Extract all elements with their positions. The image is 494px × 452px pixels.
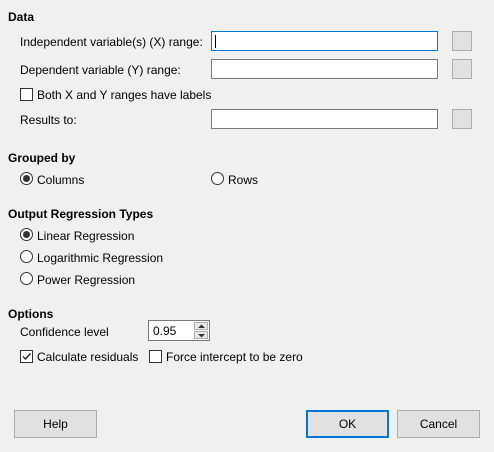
results-to-label: Results to: <box>20 113 77 127</box>
force-intercept-label: Force intercept to be zero <box>166 350 303 364</box>
help-button[interactable]: Help <box>14 410 97 438</box>
spin-up-button[interactable] <box>194 322 208 330</box>
calculate-residuals-label: Calculate residuals <box>37 350 139 364</box>
rows-radio[interactable] <box>211 172 224 185</box>
labels-checkbox[interactable] <box>20 88 33 101</box>
radio-selected-dot <box>23 175 30 182</box>
logarithmic-regression-label: Logarithmic Regression <box>37 251 164 265</box>
results-to-input[interactable] <box>211 109 438 129</box>
confidence-level-value[interactable]: 0.95 <box>153 324 176 338</box>
independent-range-label: Independent variable(s) (X) range: <box>20 35 203 49</box>
confidence-level-label: Confidence level <box>20 325 109 339</box>
force-intercept-checkbox[interactable] <box>149 350 162 363</box>
labels-checkbox-label: Both X and Y ranges have labels <box>37 88 212 102</box>
linear-regression-label: Linear Regression <box>37 229 135 243</box>
columns-radio-label: Columns <box>37 173 85 187</box>
data-section-title: Data <box>8 10 35 24</box>
power-regression-radio[interactable] <box>20 272 33 285</box>
linear-regression-radio[interactable] <box>20 228 33 241</box>
independent-range-input[interactable] <box>211 31 438 51</box>
independent-shrink-button[interactable] <box>452 31 472 51</box>
dependent-range-label: Dependent variable (Y) range: <box>20 63 181 77</box>
power-regression-label: Power Regression <box>37 273 136 287</box>
spin-down-button[interactable] <box>194 331 208 339</box>
options-title: Options <box>8 307 54 321</box>
ok-button[interactable]: OK <box>306 410 389 438</box>
chevron-down-icon <box>198 334 205 338</box>
logarithmic-regression-radio[interactable] <box>20 250 33 263</box>
results-shrink-button[interactable] <box>452 109 472 129</box>
columns-radio[interactable] <box>20 172 33 185</box>
chevron-up-icon <box>198 324 205 328</box>
dependent-range-input[interactable] <box>211 59 438 79</box>
grouped-by-title: Grouped by <box>8 151 76 165</box>
dependent-shrink-button[interactable] <box>452 59 472 79</box>
spin-buttons <box>194 322 208 339</box>
cancel-button[interactable]: Cancel <box>397 410 480 438</box>
confidence-level-spinbox[interactable]: 0.95 <box>148 320 210 341</box>
rows-radio-label: Rows <box>228 173 259 187</box>
calculate-residuals-checkbox[interactable] <box>20 350 33 363</box>
radio-selected-dot <box>23 231 30 238</box>
regression-types-title: Output Regression Types <box>8 207 154 221</box>
text-caret <box>215 35 216 48</box>
checkmark-icon <box>22 353 32 361</box>
